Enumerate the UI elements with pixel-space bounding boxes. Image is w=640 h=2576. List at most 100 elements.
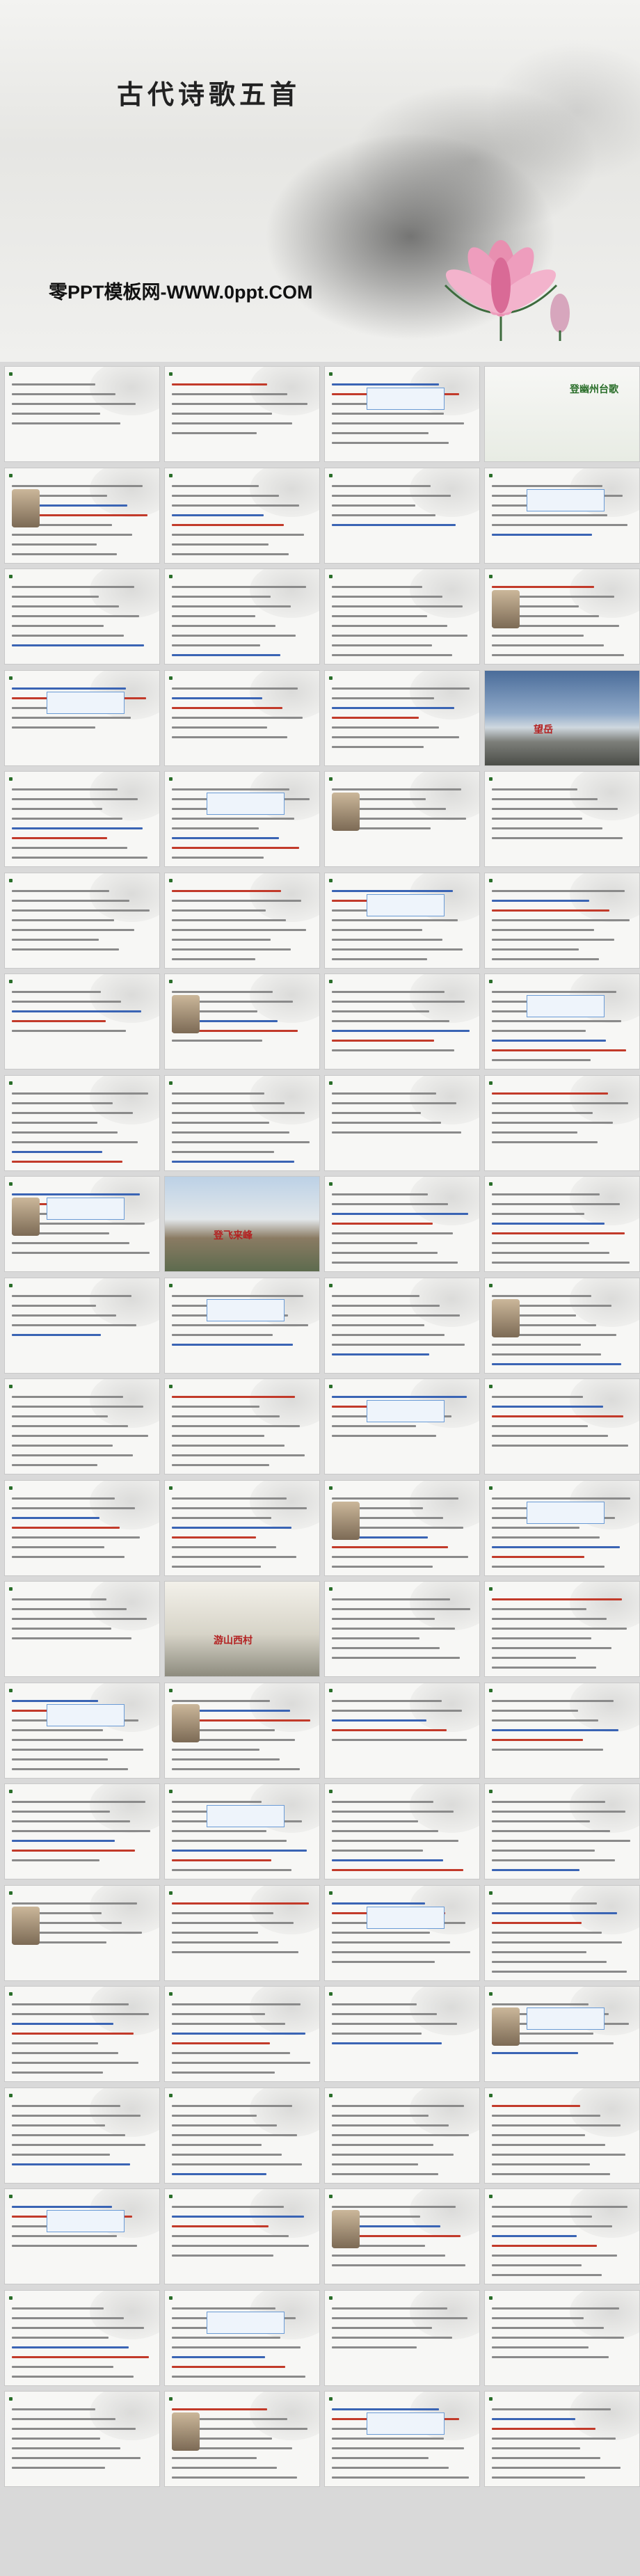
slide-thumbnail[interactable]	[4, 2289, 160, 2386]
slide-thumbnail[interactable]	[324, 973, 480, 1070]
text-line	[12, 1820, 130, 1822]
slide-thumbnail[interactable]: 登幽州台歌	[484, 366, 640, 462]
slide-thumbnail[interactable]	[164, 569, 320, 665]
slide-section-header	[329, 1687, 335, 1694]
slide-thumbnail[interactable]	[4, 366, 160, 462]
slide-thumbnail[interactable]	[484, 872, 640, 969]
text-line	[12, 687, 126, 690]
text-line	[332, 1545, 448, 1548]
slide-thumbnail[interactable]	[324, 2289, 480, 2386]
slide-thumbnail[interactable]	[4, 2391, 160, 2487]
slide-thumbnail[interactable]	[164, 366, 320, 462]
text-line	[332, 1102, 456, 1104]
slide-thumbnail[interactable]	[164, 973, 320, 1070]
text-line	[492, 1020, 621, 1022]
slide-thumbnail[interactable]	[164, 1783, 320, 1879]
slide-thumbnail[interactable]	[164, 669, 320, 766]
slide-thumbnail[interactable]	[484, 2391, 640, 2487]
slide-thumbnail[interactable]	[164, 1884, 320, 1981]
slide-thumbnail[interactable]: 登飞来峰	[164, 1176, 320, 1272]
slide-thumbnail[interactable]	[484, 1176, 640, 1272]
slide-thumbnail[interactable]	[324, 1682, 480, 1779]
slide-thumbnail[interactable]	[484, 1277, 640, 1374]
slide-thumbnail[interactable]	[4, 1986, 160, 2082]
slide-thumbnail[interactable]	[164, 1682, 320, 1779]
slide-thumbnail[interactable]	[164, 1479, 320, 1576]
text-line	[492, 1294, 591, 1297]
text-line	[172, 697, 262, 699]
slide-thumbnail[interactable]	[4, 1682, 160, 1779]
slide-thumbnail[interactable]	[484, 569, 640, 665]
slide-thumbnail[interactable]	[324, 2188, 480, 2284]
slide-thumbnail[interactable]	[324, 1581, 480, 1677]
slide-thumbnail[interactable]	[164, 2087, 320, 2184]
slide-thumbnail[interactable]	[324, 771, 480, 867]
slide-thumbnail[interactable]	[324, 1986, 480, 2082]
slide-thumbnail[interactable]	[164, 2391, 320, 2487]
slide-thumbnail[interactable]	[164, 1378, 320, 1474]
slide-thumbnail[interactable]	[4, 467, 160, 564]
slide-thumbnail[interactable]	[484, 2087, 640, 2184]
slide-thumbnail[interactable]	[324, 569, 480, 665]
slide-thumbnail[interactable]	[484, 1378, 640, 1474]
slide-thumbnail[interactable]	[4, 771, 160, 867]
slide-thumbnail[interactable]	[324, 1277, 480, 1374]
slide-thumbnail[interactable]	[484, 1682, 640, 1779]
slide-thumbnail[interactable]	[164, 2188, 320, 2284]
slide-thumbnail[interactable]	[4, 2087, 160, 2184]
slide-thumbnail[interactable]	[164, 872, 320, 969]
slide-thumbnail[interactable]	[164, 1074, 320, 1171]
text-line	[492, 1343, 581, 1346]
slide-thumbnail[interactable]	[484, 1581, 640, 1677]
slide-thumbnail[interactable]	[484, 973, 640, 1070]
great-wall-image	[165, 1177, 319, 1271]
slide-thumbnail[interactable]	[4, 1884, 160, 1981]
slide-section-header	[9, 675, 15, 681]
slide-thumbnail[interactable]	[4, 1479, 160, 1576]
slide-thumbnail[interactable]	[164, 2289, 320, 2386]
slide-thumbnail[interactable]	[324, 1378, 480, 1474]
slide-thumbnail[interactable]	[4, 669, 160, 766]
slide-thumbnail[interactable]	[324, 1176, 480, 1272]
slide-thumbnail[interactable]	[4, 973, 160, 1070]
slide-thumbnail[interactable]	[4, 1783, 160, 1879]
slide-thumbnail[interactable]	[4, 1581, 160, 1677]
slide-thumbnail[interactable]	[324, 2087, 480, 2184]
text-line	[492, 1232, 625, 1234]
slide-thumbnail[interactable]	[324, 467, 480, 564]
slide-thumbnail[interactable]	[4, 1074, 160, 1171]
slide-thumbnail[interactable]	[484, 1479, 640, 1576]
slide-thumbnail[interactable]	[4, 1176, 160, 1272]
slide-thumbnail[interactable]	[164, 1277, 320, 1374]
slide-thumbnail[interactable]	[4, 1277, 160, 1374]
slide-thumbnail[interactable]	[484, 1986, 640, 2082]
slide-thumbnail[interactable]	[4, 1378, 160, 1474]
slide-thumbnail[interactable]	[484, 771, 640, 867]
slide-thumbnail[interactable]	[484, 1884, 640, 1981]
slide-thumbnail[interactable]	[4, 2188, 160, 2284]
slide-thumbnail[interactable]	[484, 2289, 640, 2386]
slide-thumbnail[interactable]	[164, 771, 320, 867]
slide-thumbnail[interactable]	[324, 1884, 480, 1981]
slide-thumbnail[interactable]	[324, 1074, 480, 1171]
slide-thumbnail[interactable]	[324, 1479, 480, 1576]
ink-wash	[570, 1683, 639, 1732]
slide-thumbnail[interactable]: 望岳	[484, 669, 640, 766]
slide-thumbnail[interactable]	[484, 2188, 640, 2284]
slide-thumbnail[interactable]	[4, 569, 160, 665]
slide-thumbnail[interactable]	[4, 872, 160, 969]
text-line	[172, 1911, 273, 1914]
slide-thumbnail[interactable]	[324, 872, 480, 969]
slide-thumbnail[interactable]	[484, 467, 640, 564]
slide-thumbnail[interactable]	[324, 366, 480, 462]
slide-thumbnail[interactable]	[164, 1986, 320, 2082]
slide-thumbnail[interactable]	[484, 1074, 640, 1171]
slide-thumbnail[interactable]: 游山西村	[164, 1581, 320, 1677]
slide-thumbnail[interactable]	[164, 467, 320, 564]
ink-wash	[90, 569, 159, 618]
slide-thumbnail[interactable]	[324, 1783, 480, 1879]
slide-thumbnail[interactable]	[324, 669, 480, 766]
ink-wash	[250, 1987, 319, 2035]
slide-thumbnail[interactable]	[484, 1783, 640, 1879]
slide-thumbnail[interactable]	[324, 2391, 480, 2487]
